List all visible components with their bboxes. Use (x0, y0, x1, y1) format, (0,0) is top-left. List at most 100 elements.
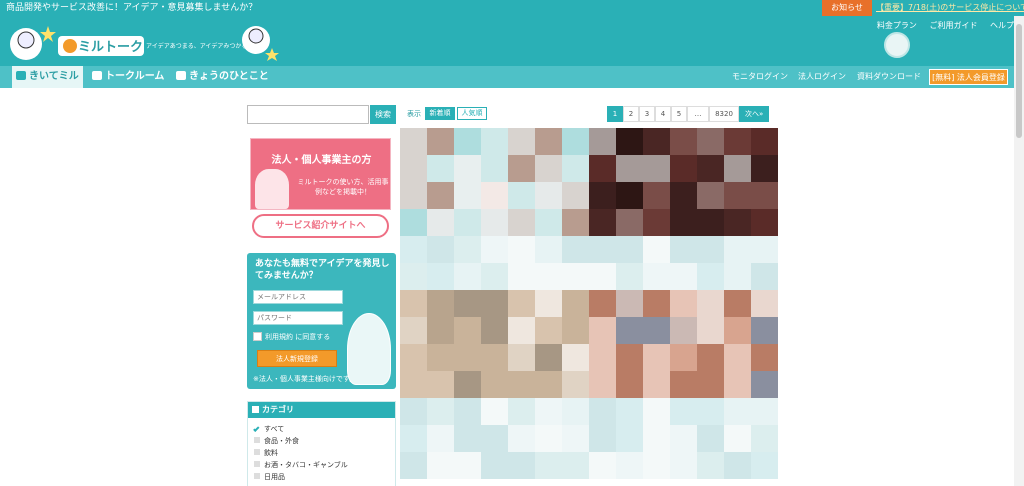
mosaic-tile (724, 128, 751, 155)
email-field[interactable] (253, 290, 343, 304)
mosaic-tile (751, 398, 778, 425)
blurred-content-grid[interactable] (400, 128, 778, 486)
page-link[interactable]: 4 (655, 106, 671, 122)
monitor-login-link[interactable]: モニタログイン (732, 66, 788, 88)
megaphone-icon (176, 71, 186, 80)
service-site-button[interactable]: サービス紹介サイトへ (252, 214, 389, 238)
search-input[interactable] (247, 105, 369, 124)
mosaic-tile (508, 425, 535, 452)
sort-new-button[interactable]: 新着順 (425, 107, 455, 120)
mosaic-tile (400, 236, 427, 263)
mosaic-tile (400, 263, 427, 290)
pricing-link[interactable]: 料金プラン (877, 21, 917, 30)
mosaic-tile (508, 452, 535, 479)
search-button[interactable]: 検索 (370, 105, 396, 124)
mosaic-tile (535, 425, 562, 452)
category-item[interactable]: すべて (253, 424, 284, 434)
mosaic-tile (535, 236, 562, 263)
mosaic-tile (697, 317, 724, 344)
mosaic-tile (697, 128, 724, 155)
mosaic-tile (589, 371, 616, 398)
mosaic-tile (616, 425, 643, 452)
mosaic-tile (508, 344, 535, 371)
mosaic-tile (400, 344, 427, 371)
mosaic-tile (589, 398, 616, 425)
mosaic-tile (751, 425, 778, 452)
mosaic-tile (400, 290, 427, 317)
agree-checkbox[interactable] (253, 332, 262, 341)
mosaic-tile (427, 263, 454, 290)
corp-signup-button[interactable]: 法人新規登録 (257, 350, 337, 367)
logo-text: ミルトーク (78, 40, 143, 55)
mosaic-tile (427, 182, 454, 209)
corp-login-link[interactable]: 法人ログイン (798, 66, 846, 88)
mosaic-tile (670, 128, 697, 155)
corp-promo-card[interactable]: 法人・個人事業主の方 ミルトークの使い方、活用事例などを掲載中！ (250, 138, 391, 210)
home-icon (16, 71, 26, 80)
mosaic-tile (400, 155, 427, 182)
category-item[interactable]: お酒・タバコ・ギャンブル (254, 460, 348, 470)
sort-popular-button[interactable]: 人気順 (457, 107, 487, 120)
corp-register-button[interactable]: [無料] 法人会員登録 (929, 69, 1008, 85)
mosaic-tile (643, 344, 670, 371)
page-ellipsis: … (687, 106, 709, 122)
checkbox-icon (254, 473, 260, 479)
mosaic-tile (400, 209, 427, 236)
mosaic-tile (724, 263, 751, 290)
scrollbar-thumb[interactable] (1016, 24, 1022, 138)
mosaic-tile (427, 452, 454, 479)
mosaic-tile (643, 290, 670, 317)
category-item[interactable]: 食品・外食 (254, 436, 299, 446)
mosaic-tile (589, 452, 616, 479)
mosaic-tile (535, 344, 562, 371)
mosaic-tile (562, 182, 589, 209)
mosaic-tile (454, 425, 481, 452)
password-field[interactable] (253, 311, 343, 325)
page-scrollbar[interactable] (1014, 16, 1024, 486)
tab-talkroom[interactable]: トークルーム (92, 66, 164, 88)
mosaic-tile (562, 263, 589, 290)
mosaic-tile (751, 236, 778, 263)
page-link[interactable]: 1 (607, 106, 623, 122)
help-link[interactable]: ヘルプ (990, 21, 1014, 30)
category-item[interactable]: 日用品 (254, 472, 285, 482)
page-link[interactable]: 8320 (709, 106, 739, 122)
mosaic-tile (751, 452, 778, 479)
mosaic-tile (589, 236, 616, 263)
tab-kiitemiru[interactable]: きいてミル (12, 66, 83, 88)
mosaic-tile (724, 398, 751, 425)
mosaic-tile (616, 155, 643, 182)
check-icon (253, 425, 260, 432)
mosaic-tile (427, 371, 454, 398)
mosaic-tile (562, 290, 589, 317)
page-link[interactable]: 2 (623, 106, 639, 122)
agree-text[interactable]: 利用規約 に同意する (265, 332, 330, 342)
mosaic-tile (670, 155, 697, 182)
mosaic-tile (751, 317, 778, 344)
mosaic-tile (562, 155, 589, 182)
notice-button[interactable]: お知らせ (822, 0, 872, 16)
page-link[interactable]: 5 (671, 106, 687, 122)
important-notice-link[interactable]: 【重要】7/18(土)のサービス停止について (876, 0, 1024, 16)
mosaic-tile (454, 209, 481, 236)
next-page-button[interactable]: 次へ» (739, 106, 770, 122)
mosaic-tile (427, 209, 454, 236)
mosaic-tile (481, 452, 508, 479)
site-header: ミルトーク アイデアあつまる、アイデアみつかる 料金プラン ご利用ガイド ヘルプ (0, 16, 1024, 66)
category-item[interactable]: 飲料 (254, 448, 278, 458)
mosaic-tile (616, 317, 643, 344)
mosaic-tile (454, 263, 481, 290)
tab-hitokoto[interactable]: きょうのひとこと (176, 66, 269, 88)
mosaic-tile (481, 263, 508, 290)
site-logo[interactable]: ミルトーク アイデアあつまる、アイデアみつかる (4, 18, 284, 66)
mascot-illustration (347, 313, 391, 385)
download-link[interactable]: 資料ダウンロード (857, 66, 921, 88)
mosaic-tile (481, 425, 508, 452)
mosaic-tile (400, 371, 427, 398)
mosaic-tile (508, 290, 535, 317)
display-label: 表示 (407, 110, 421, 118)
mosaic-tile (454, 128, 481, 155)
page-link[interactable]: 3 (639, 106, 655, 122)
mosaic-tile (751, 290, 778, 317)
guide-link[interactable]: ご利用ガイド (929, 21, 977, 30)
